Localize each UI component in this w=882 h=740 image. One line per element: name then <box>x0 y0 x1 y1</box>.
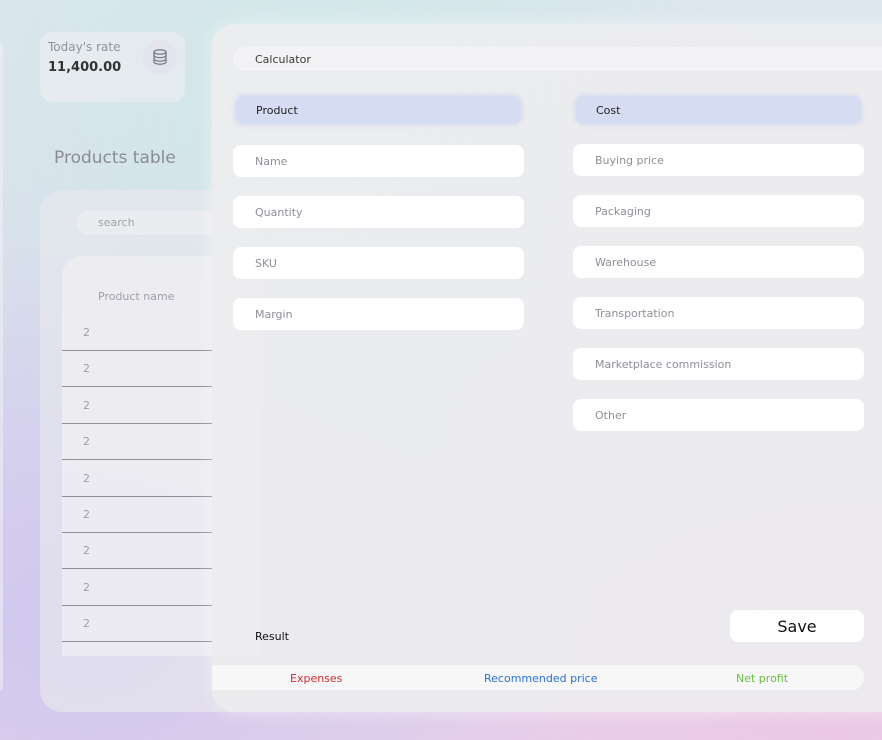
product-section-label: Product <box>256 104 298 117</box>
cost-section-header: Cost <box>576 96 861 124</box>
products-table-title: Products table <box>54 148 176 168</box>
transportation-field[interactable] <box>573 297 864 329</box>
left-sidebar-edge <box>0 40 3 692</box>
name-field[interactable] <box>233 145 524 177</box>
table-row[interactable]: 2 <box>62 314 212 351</box>
transportation-input[interactable] <box>573 297 864 329</box>
rate-card: Today's rate 11,400.00 <box>40 32 185 102</box>
calculator-title: Calculator <box>255 53 311 66</box>
margin-input[interactable] <box>233 298 524 330</box>
search-placeholder: search <box>98 216 135 229</box>
packaging-input[interactable] <box>573 195 864 227</box>
expenses-label: Expenses <box>290 672 343 685</box>
database-icon[interactable] <box>143 40 177 74</box>
table-row[interactable]: 2 <box>62 350 212 387</box>
table-row[interactable]: 2 <box>62 532 212 569</box>
rate-title: Today's rate <box>48 40 121 54</box>
sku-input[interactable] <box>233 247 524 279</box>
row-cell: 2 <box>83 326 90 339</box>
save-button[interactable]: Save <box>730 610 864 642</box>
recommended-price-label: Recommended price <box>484 672 598 685</box>
result-label: Result <box>255 630 289 643</box>
marketplace-commission-field[interactable] <box>573 348 864 380</box>
warehouse-field[interactable] <box>573 246 864 278</box>
row-cell: 2 <box>83 472 90 485</box>
result-bar: Expenses Recommended price Net profit <box>212 665 864 690</box>
packaging-field[interactable] <box>573 195 864 227</box>
row-cell: 2 <box>83 362 90 375</box>
table-row[interactable]: 2 <box>62 460 212 497</box>
warehouse-input[interactable] <box>573 246 864 278</box>
net-profit-label: Net profit <box>736 672 789 685</box>
buying-price-input[interactable] <box>573 144 864 176</box>
buying-price-field[interactable] <box>573 144 864 176</box>
row-cell: 2 <box>83 617 90 630</box>
other-input[interactable] <box>573 399 864 431</box>
row-cell: 2 <box>83 544 90 557</box>
calculator-title-bar: Calculator <box>233 47 882 71</box>
table-row[interactable]: 2 <box>62 423 212 460</box>
column-header-product-name: Product name <box>98 290 175 303</box>
name-input[interactable] <box>233 145 524 177</box>
table-row[interactable]: 2 <box>62 496 212 533</box>
product-section-header: Product <box>236 96 521 124</box>
row-cell: 2 <box>83 508 90 521</box>
table-row[interactable]: 2 <box>62 569 212 606</box>
table-row[interactable]: 2 <box>62 605 212 642</box>
marketplace-commission-input[interactable] <box>573 348 864 380</box>
other-field[interactable] <box>573 399 864 431</box>
cost-section-label: Cost <box>596 104 621 117</box>
row-cell: 2 <box>83 399 90 412</box>
margin-field[interactable] <box>233 298 524 330</box>
quantity-field[interactable] <box>233 196 524 228</box>
sku-field[interactable] <box>233 247 524 279</box>
row-cell: 2 <box>83 435 90 448</box>
row-cell: 2 <box>83 581 90 594</box>
quantity-input[interactable] <box>233 196 524 228</box>
rate-value: 11,400.00 <box>48 60 122 75</box>
table-row[interactable]: 2 <box>62 387 212 424</box>
